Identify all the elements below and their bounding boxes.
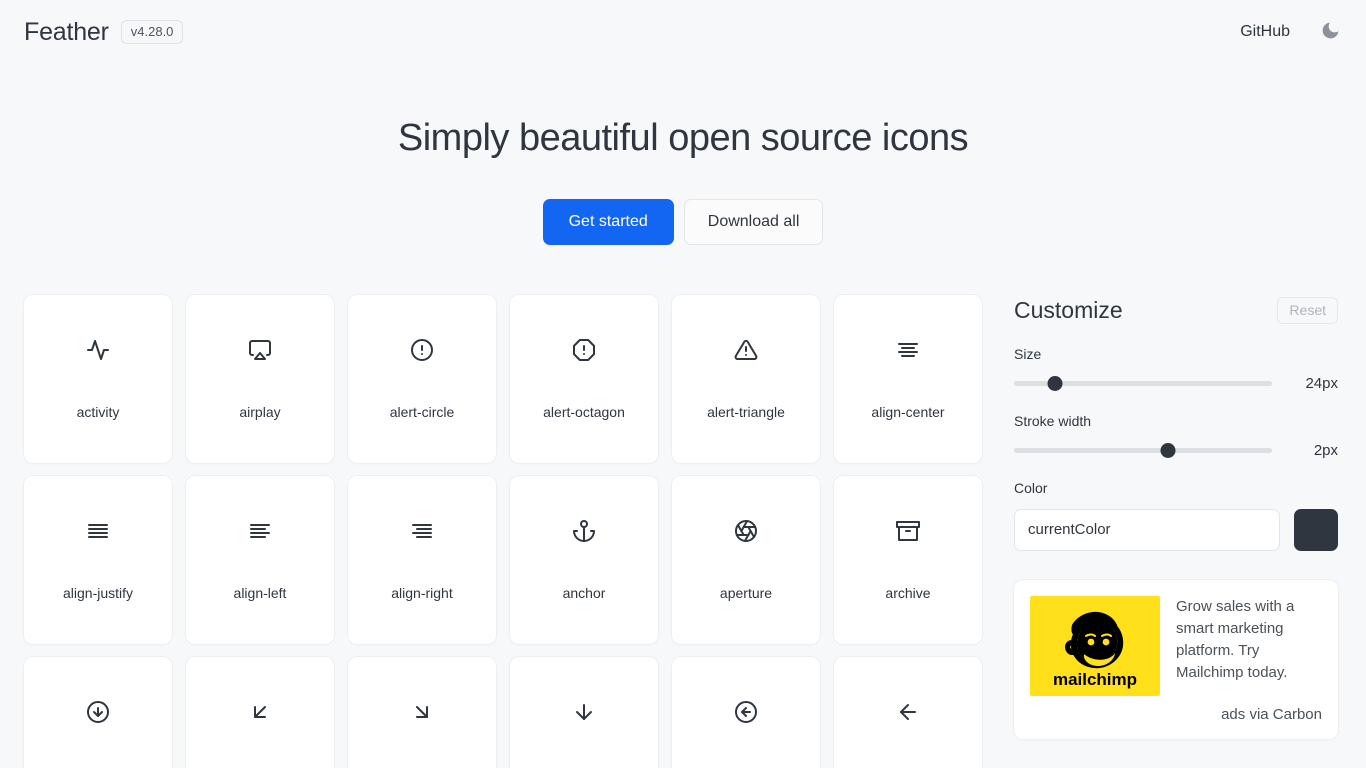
- hero-section: Simply beautiful open source icons Get s…: [0, 64, 1366, 245]
- icon-name-label: alert-circle: [389, 403, 455, 420]
- hero-actions: Get started Download all: [0, 198, 1366, 245]
- moon-icon: [1320, 20, 1341, 44]
- icon-name-label: align-center: [871, 403, 945, 420]
- icon-name-label: align-justify: [62, 584, 134, 601]
- icon-card[interactable]: arrow-down-left: [186, 656, 334, 768]
- brand: Feather v4.28.0: [24, 17, 184, 47]
- stroke-width-slider-row: 2px: [1014, 442, 1338, 460]
- stroke-width-slider[interactable]: [1014, 442, 1272, 460]
- align-right-icon: [348, 476, 496, 586]
- alert-triangle-icon: [672, 295, 820, 405]
- get-started-button[interactable]: Get started: [542, 198, 674, 245]
- arrow-down-left-icon: [186, 657, 334, 767]
- color-input[interactable]: [1014, 508, 1280, 551]
- version-badge: v4.28.0: [120, 20, 184, 44]
- icon-card[interactable]: align-justify: [24, 475, 172, 644]
- icon-card[interactable]: arrow-down-circle: [24, 656, 172, 768]
- arrow-down-right-icon: [348, 657, 496, 767]
- customize-title: Customize: [1014, 296, 1123, 323]
- size-label: Size: [1014, 345, 1042, 362]
- ad-text[interactable]: Grow sales with a smart marketing platfo…: [1176, 596, 1322, 696]
- customize-header: Customize Reset: [1014, 296, 1338, 324]
- alert-circle-icon: [348, 295, 496, 405]
- arrow-left-icon: [834, 657, 982, 767]
- icon-card[interactable]: aperture: [672, 475, 820, 644]
- align-left-icon: [186, 476, 334, 586]
- icon-card[interactable]: arrow-left: [834, 656, 982, 768]
- download-all-button[interactable]: Download all: [683, 198, 824, 245]
- icon-card[interactable]: align-right: [348, 475, 496, 644]
- icon-name-label: activity: [76, 403, 120, 420]
- arrow-down-icon: [510, 657, 658, 767]
- icon-name-label: airplay: [239, 403, 281, 420]
- icon-card[interactable]: activity: [24, 294, 172, 463]
- icon-card[interactable]: archive: [834, 475, 982, 644]
- icon-card[interactable]: arrow-down-right: [348, 656, 496, 768]
- archive-icon: [834, 476, 982, 586]
- ads-via-carbon-link[interactable]: ads via Carbon: [1030, 706, 1322, 723]
- icon-name-label: anchor: [562, 584, 606, 601]
- page-title: Simply beautiful open source icons: [397, 117, 969, 159]
- stroke-width-label: Stroke width: [1014, 412, 1092, 429]
- icon-card[interactable]: anchor: [510, 475, 658, 644]
- arrow-left-circle-icon: [672, 657, 820, 767]
- arrow-down-circle-icon: [24, 657, 172, 767]
- icon-card[interactable]: arrow-left-circle: [672, 656, 820, 768]
- customize-panel: Customize Reset Size 24px Stroke width 2…: [1014, 295, 1338, 739]
- reset-button[interactable]: Reset: [1277, 296, 1338, 324]
- header-actions: GitHub: [1240, 20, 1342, 44]
- icon-card[interactable]: alert-octagon: [510, 294, 658, 463]
- icon-card[interactable]: airplay: [186, 294, 334, 463]
- icon-name-label: align-right: [391, 584, 453, 601]
- size-slider-thumb[interactable]: [1047, 376, 1063, 392]
- site-header: Feather v4.28.0 GitHub: [0, 0, 1366, 64]
- color-swatch-button[interactable]: [1294, 508, 1338, 551]
- main-content: activity airplay alert-circle alert-octagon…: [0, 294, 1366, 768]
- icon-card[interactable]: arrow-down: [510, 656, 658, 768]
- size-slider[interactable]: [1014, 375, 1272, 393]
- icon-card[interactable]: align-left: [186, 475, 334, 644]
- aperture-icon: [672, 476, 820, 586]
- icon-card[interactable]: alert-triangle: [672, 294, 820, 463]
- mailchimp-ad-image[interactable]: mailchimp: [1030, 595, 1160, 696]
- icon-name-label: alert-triangle: [707, 403, 785, 420]
- github-link[interactable]: GitHub: [1240, 23, 1290, 41]
- stroke-width-slider-thumb[interactable]: [1160, 443, 1175, 459]
- icon-name-label: aperture: [719, 584, 773, 601]
- stroke-width-value: 2px: [1313, 442, 1338, 460]
- align-justify-icon: [24, 476, 172, 586]
- activity-icon: [24, 295, 172, 405]
- brand-name: Feather: [24, 17, 109, 46]
- color-row: [1014, 508, 1338, 551]
- carbon-ad: mailchimp Grow sales with a smart market…: [1014, 579, 1338, 739]
- mailchimp-wordmark: mailchimp: [1053, 670, 1137, 689]
- icon-grid: activity airplay alert-circle alert-octagon…: [24, 294, 984, 768]
- airplay-icon: [186, 295, 334, 405]
- size-value: 24px: [1305, 375, 1338, 393]
- anchor-icon: [510, 476, 658, 586]
- size-slider-row: 24px: [1014, 375, 1338, 393]
- icon-card[interactable]: align-center: [834, 294, 982, 463]
- mailchimp-logo-icon: mailchimp: [1053, 611, 1137, 689]
- align-center-icon: [834, 295, 982, 405]
- icon-name-label: archive: [885, 584, 931, 601]
- icon-card[interactable]: alert-circle: [348, 294, 496, 463]
- alert-octagon-icon: [510, 295, 658, 405]
- stroke-width-slider-track: [1014, 448, 1272, 454]
- icon-name-label: alert-octagon: [543, 403, 625, 420]
- theme-toggle-button[interactable]: [1318, 20, 1342, 44]
- color-label: Color: [1014, 479, 1048, 496]
- icon-name-label: align-left: [233, 584, 287, 601]
